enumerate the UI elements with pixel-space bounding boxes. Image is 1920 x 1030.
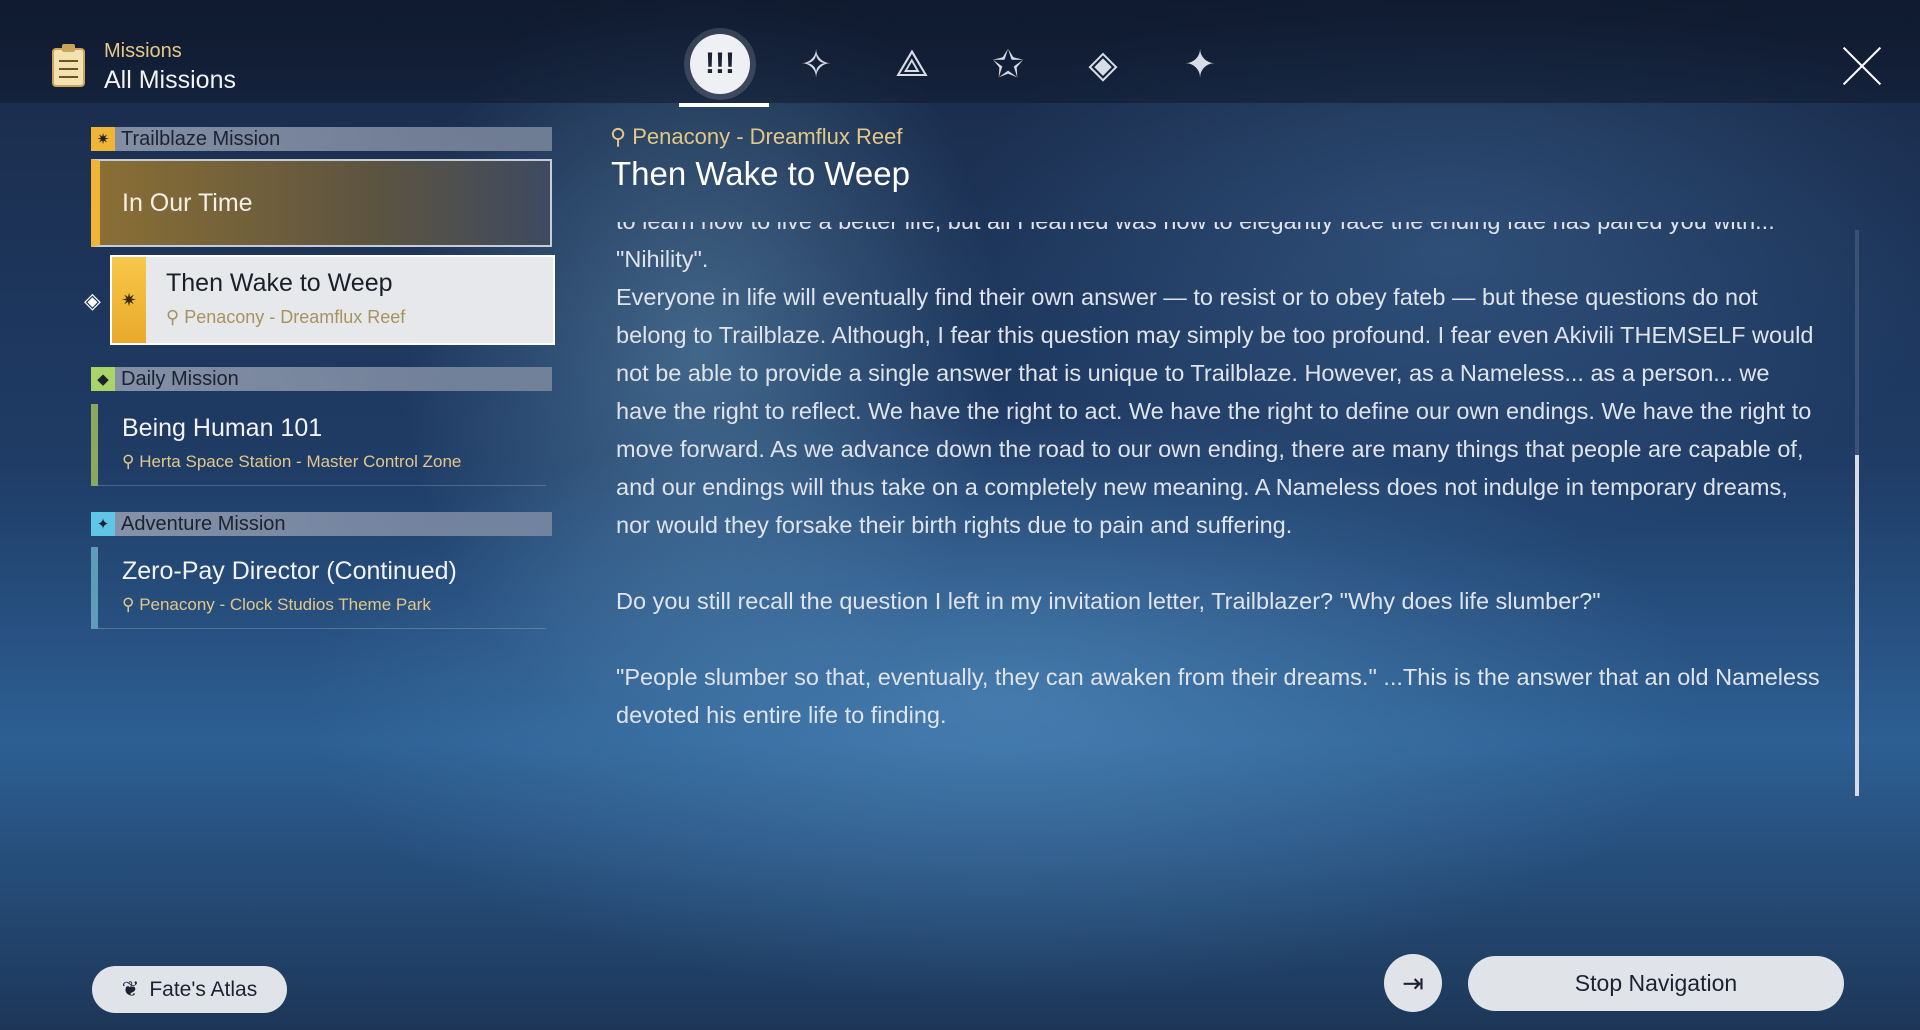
description-paragraph: "People slumber so that, eventually, the… (616, 664, 1820, 728)
mission-location: ⚲ Herta Space Station - Master Control Z… (122, 452, 462, 471)
fates-atlas-button[interactable]: ❦ Fate's Atlas (92, 966, 287, 1013)
enter-arrow-icon: ⇥ (1402, 967, 1424, 998)
detail-title: Then Wake to Weep (611, 155, 910, 192)
section-adventure: ✦ Adventure Mission (91, 512, 552, 536)
mission-being-human-101[interactable]: Being Human 101 ⚲ Herta Space Station - … (91, 404, 546, 486)
location-pin-icon: ⚲ (122, 452, 140, 471)
mission-description[interactable]: to learn how to live a better life, but … (616, 222, 1826, 796)
trailblaze-icon: ✷ (112, 257, 146, 343)
location-pin-icon: ⚲ (166, 307, 185, 327)
location-pin-icon: ⚲ (610, 124, 633, 149)
atlas-leaf-icon: ❦ (121, 978, 140, 1001)
section-label: Daily Mission (121, 367, 239, 390)
section-daily: ◆ Daily Mission (91, 367, 552, 391)
scrollbar-thumb[interactable] (1855, 455, 1859, 796)
mission-color-bar (91, 404, 98, 486)
trailblaze-icon: ✧ (800, 43, 832, 86)
stop-navigation-label: Stop Navigation (1574, 970, 1738, 996)
stop-navigation-button[interactable]: Stop Navigation (1468, 956, 1844, 1011)
close-button[interactable] (1840, 44, 1884, 88)
missions-label: Missions (104, 40, 182, 62)
adventure-star-icon: ✩ (992, 43, 1024, 86)
active-tab-indicator (679, 103, 769, 107)
trailblaze-icon: ✷ (91, 127, 115, 151)
section-label: Adventure Mission (121, 512, 286, 535)
tab-daily[interactable]: ◈ (1073, 34, 1133, 94)
all-missions-icon: !!! (705, 47, 735, 80)
section-trailblaze: ✷ Trailblaze Mission (91, 127, 552, 151)
section-label: Trailblaze Mission (121, 127, 281, 150)
description-paragraph: to learn how to live a better life, but … (616, 222, 1775, 272)
tab-all-missions[interactable]: !!! (690, 34, 750, 94)
enter-navigation-button[interactable]: ⇥ (1384, 954, 1442, 1012)
daily-diamond-icon: ◈ (1088, 43, 1118, 86)
tab-trailblaze[interactable]: ✧ (786, 34, 846, 94)
description-paragraph: Everyone in life will eventually find th… (616, 284, 1814, 538)
clipboard-icon (52, 44, 85, 87)
tab-event[interactable]: ✦ (1170, 34, 1230, 94)
tab-companion[interactable]: ⟁ (882, 34, 942, 94)
mission-title: Zero-Pay Director (Continued) (122, 557, 457, 585)
tab-adventure[interactable]: ✩ (978, 34, 1038, 94)
mission-then-wake-to-weep[interactable]: ✷ Then Wake to Weep ⚲ Penacony - Dreamfl… (110, 255, 555, 345)
mission-title: In Our Time (122, 189, 253, 217)
adventure-icon: ✦ (91, 512, 115, 536)
daily-icon: ◆ (91, 367, 115, 391)
mission-title: Being Human 101 (122, 414, 323, 442)
top-bar (0, 0, 1920, 103)
page-title: All Missions (104, 66, 236, 94)
mission-title: Then Wake to Weep (166, 269, 393, 297)
mission-color-bar (91, 547, 98, 629)
description-paragraph: Do you still recall the question I left … (616, 588, 1601, 614)
fates-atlas-label: Fate's Atlas (149, 977, 258, 1001)
detail-location: ⚲ Penacony - Dreamflux Reef (610, 124, 903, 149)
mission-location: ⚲ Penacony - Clock Studios Theme Park (122, 595, 431, 614)
mission-zero-pay-director[interactable]: Zero-Pay Director (Continued) ⚲ Penacony… (91, 547, 546, 629)
event-icon: ✦ (1184, 43, 1216, 86)
mission-location: ⚲ Penacony - Dreamflux Reef (166, 307, 406, 327)
tracking-pointer-icon: ◈ (84, 288, 101, 313)
location-pin-icon: ⚲ (122, 595, 140, 614)
companion-icon: ⟁ (895, 42, 929, 85)
mission-in-our-time[interactable]: In Our Time (91, 159, 552, 247)
